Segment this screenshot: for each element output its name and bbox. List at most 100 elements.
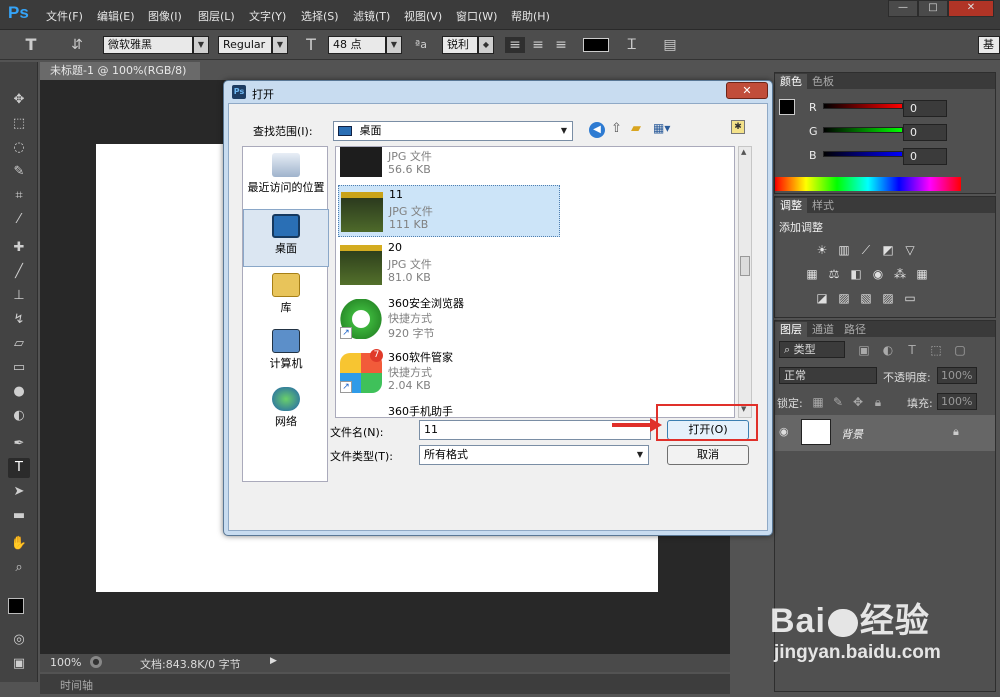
filter-type-icon[interactable]: T: [905, 343, 919, 357]
selective-color-icon[interactable]: ▭: [903, 291, 917, 305]
list-item[interactable]: 360手机助手: [338, 401, 560, 417]
text-tool-preset-icon[interactable]: T: [20, 37, 42, 53]
place-network[interactable]: 网络: [243, 383, 329, 441]
favorites-icon[interactable]: ✱: [731, 120, 745, 134]
chevron-down-icon[interactable]: ▼: [386, 36, 402, 54]
layer-filter-select[interactable]: ⌕ 类型: [779, 341, 845, 358]
photo-filter-icon[interactable]: ◉: [871, 267, 885, 281]
lock-position-icon[interactable]: ✥: [851, 395, 865, 409]
channel-g-value[interactable]: 0: [903, 124, 947, 141]
timeline-label[interactable]: 时间轴: [60, 677, 93, 693]
place-computer[interactable]: 计算机: [243, 325, 329, 383]
file-list-scrollbar[interactable]: ▲ ▼: [738, 146, 752, 418]
black-white-icon[interactable]: ◧: [849, 267, 863, 281]
new-folder-icon[interactable]: ▰: [631, 121, 641, 136]
menu-file[interactable]: 文件(F): [46, 8, 83, 24]
channel-b-slider[interactable]: [823, 151, 903, 157]
lock-all-icon[interactable]: 🔒︎: [871, 395, 885, 409]
chevron-right-icon[interactable]: ▶: [270, 656, 277, 666]
color-lookup-icon[interactable]: ▦: [915, 267, 929, 281]
place-libraries[interactable]: 库: [243, 269, 329, 327]
view-menu-icon[interactable]: ▦▾: [653, 121, 670, 135]
levels-icon[interactable]: ▥: [837, 243, 851, 257]
menu-help[interactable]: 帮助(H): [511, 8, 550, 24]
window-close-button[interactable]: ✕: [948, 0, 994, 17]
list-item[interactable]: JPG 文件 56.6 KB: [338, 147, 560, 183]
lasso-tool-icon[interactable]: ◌: [8, 138, 30, 158]
threshold-icon[interactable]: ▧: [859, 291, 873, 305]
channel-g-slider[interactable]: [823, 127, 903, 133]
invert-icon[interactable]: ◪: [815, 291, 829, 305]
antialias-select[interactable]: 锐利: [442, 36, 478, 54]
list-item[interactable]: 20 JPG 文件 81.0 KB: [338, 239, 560, 291]
menu-image[interactable]: 图像(I): [148, 8, 182, 24]
info-icon[interactable]: ●: [90, 656, 102, 668]
back-icon[interactable]: ◀: [589, 122, 605, 138]
pen-tool-icon[interactable]: ✒: [8, 434, 30, 454]
path-select-icon[interactable]: ➤: [8, 482, 30, 502]
layer-row[interactable]: ◉ 背景 🔒︎: [775, 415, 995, 451]
posterize-icon[interactable]: ▨: [837, 291, 851, 305]
curves-icon[interactable]: ⟋: [859, 243, 873, 257]
healing-brush-icon[interactable]: ✚: [8, 238, 30, 258]
menu-edit[interactable]: 编辑(E): [97, 8, 135, 24]
tab-color[interactable]: 颜色: [775, 74, 807, 89]
chevron-down-icon[interactable]: ▼: [193, 36, 209, 54]
color-balance-icon[interactable]: ⚖: [827, 267, 841, 281]
place-desktop[interactable]: 桌面: [243, 209, 329, 267]
channel-r-value[interactable]: 0: [903, 100, 947, 117]
blur-tool-icon[interactable]: ●: [8, 382, 30, 402]
eyedropper-tool-icon[interactable]: ⁄: [8, 210, 30, 230]
text-color-swatch[interactable]: [583, 38, 609, 52]
filter-adjust-icon[interactable]: ◐: [881, 343, 895, 357]
look-in-select[interactable]: 桌面 ▼: [333, 121, 573, 141]
dialog-close-button[interactable]: ✕: [726, 82, 768, 99]
place-recent[interactable]: 最近访问的位置: [243, 149, 329, 207]
brightness-icon[interactable]: ☀: [815, 243, 829, 257]
cancel-button[interactable]: 取消: [667, 445, 749, 465]
channel-mixer-icon[interactable]: ⁂: [893, 267, 907, 281]
scrollbar-thumb[interactable]: [740, 256, 750, 276]
tab-swatches[interactable]: 色板: [807, 74, 839, 89]
text-orientation-icon[interactable]: ⇵: [66, 37, 88, 53]
menu-filter[interactable]: 滤镜(T): [353, 8, 390, 24]
tab-channels[interactable]: 通道: [807, 322, 839, 337]
eraser-tool-icon[interactable]: ▱: [8, 334, 30, 354]
hand-tool-icon[interactable]: ✋: [8, 534, 30, 554]
hue-saturation-icon[interactable]: ▦: [805, 267, 819, 281]
list-item[interactable]: 7 ↗ 360软件管家 快捷方式 2.04 KB: [338, 347, 560, 399]
marquee-tool-icon[interactable]: ⬚: [8, 114, 30, 134]
menu-select[interactable]: 选择(S): [301, 8, 339, 24]
tab-styles[interactable]: 样式: [807, 198, 839, 213]
workspace-button[interactable]: 基: [978, 36, 1000, 54]
filter-pixel-icon[interactable]: ▣: [857, 343, 871, 357]
zoom-level[interactable]: 100%: [50, 656, 81, 669]
lock-transparent-icon[interactable]: ▦: [811, 395, 825, 409]
screen-mode-icon[interactable]: ▣: [8, 654, 30, 674]
gradient-tool-icon[interactable]: ▭: [8, 358, 30, 378]
channel-r-slider[interactable]: [823, 103, 903, 109]
filetype-select[interactable]: 所有格式 ▼: [419, 445, 649, 465]
document-tab[interactable]: 未标题-1 @ 100%(RGB/8) ✕: [40, 62, 200, 95]
vibrance-icon[interactable]: ▽: [903, 243, 917, 257]
maximize-button[interactable]: □: [918, 0, 948, 17]
gradient-map-icon[interactable]: ▨: [881, 291, 895, 305]
up-folder-icon[interactable]: ⇧: [611, 121, 622, 136]
dodge-tool-icon[interactable]: ◐: [8, 406, 30, 426]
menu-type[interactable]: 文字(Y): [249, 8, 286, 24]
tab-paths[interactable]: 路径: [839, 322, 871, 337]
font-size-select[interactable]: 48 点: [328, 36, 386, 54]
filter-smart-icon[interactable]: ▢: [953, 343, 967, 357]
channel-b-value[interactable]: 0: [903, 148, 947, 165]
font-style-select[interactable]: Regular: [218, 36, 272, 54]
opacity-input[interactable]: 100%: [937, 367, 977, 384]
shape-tool-icon[interactable]: ▬: [8, 506, 30, 526]
brush-tool-icon[interactable]: ╱: [8, 262, 30, 282]
list-item[interactable]: ↗ 360安全浏览器 快捷方式 920 字节: [338, 293, 560, 345]
color-spectrum[interactable]: [775, 177, 961, 191]
align-left-icon[interactable]: ≡: [505, 37, 525, 53]
filter-shape-icon[interactable]: ⬚: [929, 343, 943, 357]
type-tool-icon[interactable]: T: [8, 458, 30, 478]
blend-mode-select[interactable]: 正常: [779, 367, 877, 384]
fill-input[interactable]: 100%: [937, 393, 977, 410]
